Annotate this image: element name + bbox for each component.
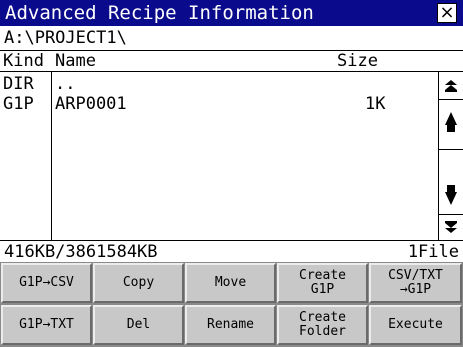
window-title: Advanced Recipe Information xyxy=(5,2,314,24)
column-header-name: Name xyxy=(55,51,96,71)
name-column: .. ARP0001 1K xyxy=(52,72,438,240)
button-panel: G1P→CSV Copy Move Create G1P CSV/TXT →G1… xyxy=(0,262,463,347)
page-down-icon xyxy=(445,221,457,233)
scrollbar-divider xyxy=(439,149,463,150)
file-kind-parent[interactable]: DIR xyxy=(3,74,34,94)
rename-button[interactable]: Rename xyxy=(185,305,276,345)
create-g1p-button[interactable]: Create G1P xyxy=(277,263,368,303)
execute-button[interactable]: Execute xyxy=(369,305,462,345)
create-folder-button[interactable]: Create Folder xyxy=(277,305,368,345)
line-down-button[interactable] xyxy=(442,180,460,210)
g1p-to-txt-button[interactable]: G1P→TXT xyxy=(1,305,92,345)
delete-button[interactable]: Del xyxy=(93,305,184,345)
close-button[interactable]: × xyxy=(437,3,457,23)
file-name-arp0001[interactable]: ARP0001 xyxy=(55,94,127,114)
file-name-parent[interactable]: .. xyxy=(55,74,75,94)
line-down-icon xyxy=(445,185,457,205)
page-up-button[interactable] xyxy=(442,78,460,94)
advanced-recipe-information-window: Advanced Recipe Information × A:\PROJECT… xyxy=(0,0,463,347)
file-kind-arp0001[interactable]: G1P xyxy=(3,94,34,114)
file-size-arp0001: 1K xyxy=(365,94,386,114)
file-list-header: Kind Name Size xyxy=(0,50,463,72)
column-header-kind: Kind xyxy=(3,51,44,71)
line-up-icon xyxy=(445,112,457,132)
g1p-to-csv-button[interactable]: G1P→CSV xyxy=(1,263,92,303)
page-up-icon xyxy=(445,80,457,92)
close-icon: × xyxy=(439,2,455,23)
column-header-size: Size xyxy=(337,51,378,71)
line-up-button[interactable] xyxy=(442,107,460,137)
copy-button[interactable]: Copy xyxy=(93,263,184,303)
current-path: A:\PROJECT1\ xyxy=(4,28,127,48)
move-button[interactable]: Move xyxy=(185,263,276,303)
vertical-scrollbar[interactable] xyxy=(438,72,463,240)
csv-txt-to-g1p-button[interactable]: CSV/TXT →G1P xyxy=(369,263,462,303)
file-count: 1File xyxy=(407,242,459,262)
scrollbar-divider xyxy=(439,214,463,215)
status-bar: 416KB/3861584KB 1File xyxy=(0,240,463,262)
page-down-button[interactable] xyxy=(442,219,460,235)
file-list: DIR G1P .. ARP0001 1K xyxy=(0,72,463,240)
kind-column: DIR G1P xyxy=(0,72,52,240)
title-bar: Advanced Recipe Information × xyxy=(0,0,463,26)
storage-capacity: 416KB/3861584KB xyxy=(4,242,158,262)
scrollbar-divider xyxy=(439,99,463,100)
